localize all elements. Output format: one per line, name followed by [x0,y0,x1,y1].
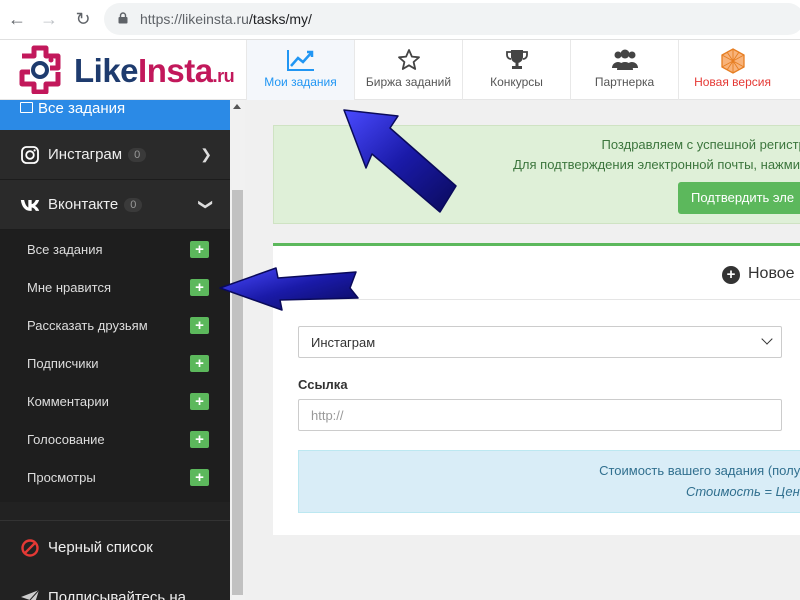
nav-partner[interactable]: Партнерка [570,40,678,100]
vk-icon [20,200,40,211]
address-bar[interactable]: https://likeinsta.ru/tasks/my/ [104,3,800,35]
plus-icon[interactable]: + [190,355,209,372]
submenu-item-comments[interactable]: Комментарии + [0,384,230,422]
users-icon [571,48,678,72]
nav-my-tasks[interactable]: Мои задания [246,40,354,100]
lock-icon [118,12,128,24]
nav-contests[interactable]: Конкурсы [462,40,570,100]
plus-icon[interactable]: + [190,317,209,334]
nav-new-version[interactable]: Новая версия [678,40,786,100]
browser-toolbar: ← → ↻ https://likeinsta.ru/tasks/my/ [0,0,800,40]
link-input[interactable]: http:// [298,399,782,431]
sidebar-item-all-tasks[interactable]: Все задания [0,100,230,130]
plus-circle-icon: + [722,266,740,284]
plus-icon[interactable]: + [190,279,209,296]
submenu-item-voting[interactable]: Голосование + [0,422,230,460]
count-badge: 0 [128,148,147,162]
sidebar-item-vkontakte[interactable]: Вконтакте 0 ❯ [0,180,230,230]
plus-icon[interactable]: + [190,393,209,410]
site-header: LikeInsta.ru Мои задания Биржа заданий К… [0,40,800,100]
chevron-down-icon [761,333,773,345]
instagram-icon [21,146,39,164]
scrollbar-thumb[interactable] [232,190,243,595]
confirm-email-button[interactable]: Подтвердить эле [678,182,800,214]
submenu-item-views[interactable]: Просмотры + [0,460,230,498]
plus-icon[interactable]: + [190,469,209,486]
plus-icon[interactable]: + [190,241,209,258]
top-navigation: Мои задания Биржа заданий Конкурсы Партн… [246,40,786,100]
logo-icon [19,45,61,94]
reload-icon[interactable]: ↻ [72,8,94,30]
panel-title: Новое [748,265,795,282]
send-icon [21,589,40,600]
nav-task-exchange[interactable]: Биржа заданий [354,40,462,100]
submenu-item-share[interactable]: Рассказать друзьям + [0,308,230,346]
submenu-item-subscribers[interactable]: Подписчики + [0,346,230,384]
network-select[interactable]: Инстаграм [298,326,782,358]
sidebar-item-label: Вконтакте 0 [48,196,143,213]
trophy-icon [463,48,570,72]
ban-icon [21,539,39,557]
scroll-up-icon[interactable] [233,104,241,109]
sidebar: Все задания Инстаграм 0 ❯ Вконтакте 0 ❯ Вс… [0,100,230,600]
plus-icon[interactable]: + [190,431,209,448]
submenu: Все задания + Мне нравится + Рассказать … [0,230,230,502]
sidebar-item-blacklist[interactable]: Черный список [0,523,230,573]
sidebar-scrollbar[interactable] [230,100,245,600]
submenu-item-all-tasks[interactable]: Все задания + [0,232,230,270]
main-content: Поздравляем с успешной регистра Для подт… [245,100,800,600]
logo-text: LikeInsta.ru [74,52,235,89]
chevron-down-icon: ❯ [198,198,215,211]
count-badge: 0 [124,198,143,212]
sidebar-item-subscribe[interactable]: Подписывайтесь на [0,573,230,600]
submenu-item-likes[interactable]: Мне нравится + [0,270,230,308]
cost-info-box: Стоимость вашего задания (получ Стоимост… [298,450,800,513]
link-label: Ссылка [298,377,348,392]
chevron-right-icon: ❯ [200,146,212,162]
url-text: https://likeinsta.ru/tasks/my/ [140,11,312,27]
polyhedron-icon [679,48,786,74]
list-icon [20,102,33,113]
panel-header: + Новое [273,246,800,300]
new-task-panel: + Новое Инстаграм Ссылка http:// Стоимос… [273,243,800,535]
star-icon [355,48,462,72]
sidebar-item-instagram[interactable]: Инстаграм 0 ❯ [0,130,230,180]
back-icon[interactable]: ← [6,8,28,30]
chart-icon [247,48,354,72]
sidebar-spacer [0,502,230,520]
success-alert: Поздравляем с успешной регистра Для подт… [273,125,800,224]
forward-icon[interactable]: → [38,8,60,30]
divider [0,520,230,521]
site-logo[interactable]: LikeInsta.ru [14,44,244,94]
sidebar-item-label: Инстаграм 0 [48,146,147,163]
